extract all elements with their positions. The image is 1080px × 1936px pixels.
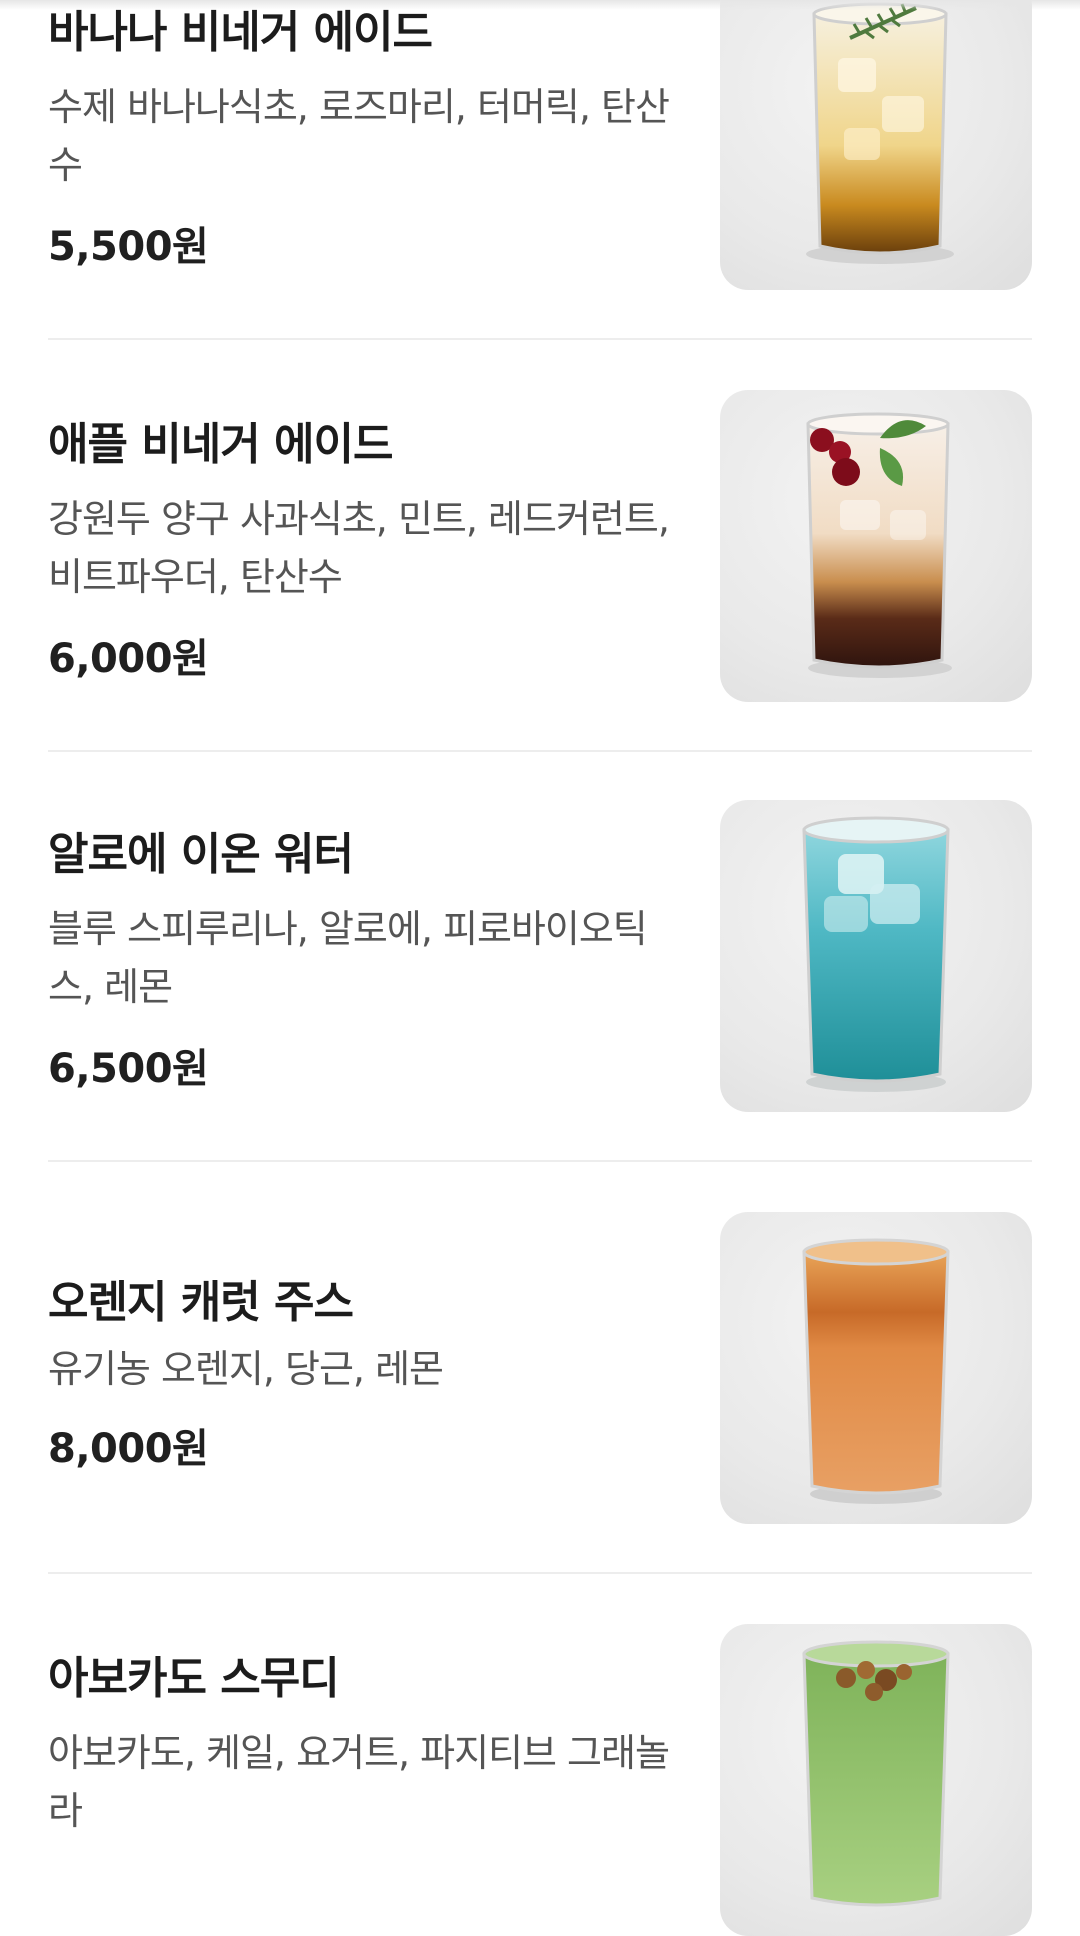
menu-item-description: 수제 바나나식초, 로즈마리, 터머릭, 탄산수	[48, 85, 670, 187]
menu-item-description: 아보카도, 케일, 요거트, 파지티브 그래놀라	[48, 1731, 670, 1833]
glass-icon	[806, 412, 952, 678]
menu-item-name: 애플 비네거 에이드	[48, 419, 393, 470]
menu-item[interactable]: 바나나 비네거 에이드 수제 바나나식초, 로즈마리, 터머릭, 탄산수 5,5…	[48, 0, 1032, 290]
menu-item-description: 유기농 오렌지, 당근, 레몬	[48, 1347, 444, 1391]
menu-item-name: 알로에 이온 워터	[48, 829, 354, 880]
menu-item[interactable]: 애플 비네거 에이드 강원두 양구 사과식초, 민트, 레드커런트, 비트파우더…	[48, 390, 1032, 702]
menu-list: 바나나 비네거 에이드 수제 바나나식초, 로즈마리, 터머릭, 탄산수 5,5…	[0, 0, 1080, 1936]
divider	[48, 1572, 1032, 1574]
glass-icon	[802, 1640, 950, 1907]
drink-photo[interactable]	[720, 390, 1032, 702]
drink-photo[interactable]	[720, 800, 1032, 1112]
divider	[48, 1160, 1032, 1162]
divider	[48, 750, 1032, 752]
menu-item-price: 5,500원	[48, 224, 209, 270]
top-bar-shadow	[0, 0, 1080, 10]
glass-icon	[802, 1238, 950, 1504]
drink-photo[interactable]	[720, 0, 1032, 290]
drink-photo[interactable]	[720, 1624, 1032, 1936]
menu-item-name: 오렌지 캐럿 주스	[48, 1277, 354, 1328]
menu-item-description: 블루 스피루리나, 알로에, 피로바이오틱스, 레몬	[48, 907, 648, 1009]
menu-item-price: 6,000원	[48, 636, 209, 682]
divider	[48, 338, 1032, 340]
drink-photo[interactable]	[720, 1212, 1032, 1524]
menu-item[interactable]: 알로에 이온 워터 블루 스피루리나, 알로에, 피로바이오틱스, 레몬 6,5…	[48, 800, 1032, 1112]
glass-icon	[802, 816, 950, 1092]
menu-item-name: 아보카도 스무디	[48, 1653, 340, 1704]
glass-icon	[806, 2, 954, 264]
menu-item-description: 강원두 양구 사과식초, 민트, 레드커런트, 비트파우더, 탄산수	[48, 497, 670, 599]
menu-item[interactable]: 오렌지 캐럿 주스 유기농 오렌지, 당근, 레몬 8,000원	[48, 1212, 1032, 1524]
menu-item-price: 8,000원	[48, 1426, 209, 1472]
menu-item[interactable]: 아보카도 스무디 아보카도, 케일, 요거트, 파지티브 그래놀라	[48, 1624, 1032, 1936]
menu-item-price: 6,500원	[48, 1046, 209, 1092]
